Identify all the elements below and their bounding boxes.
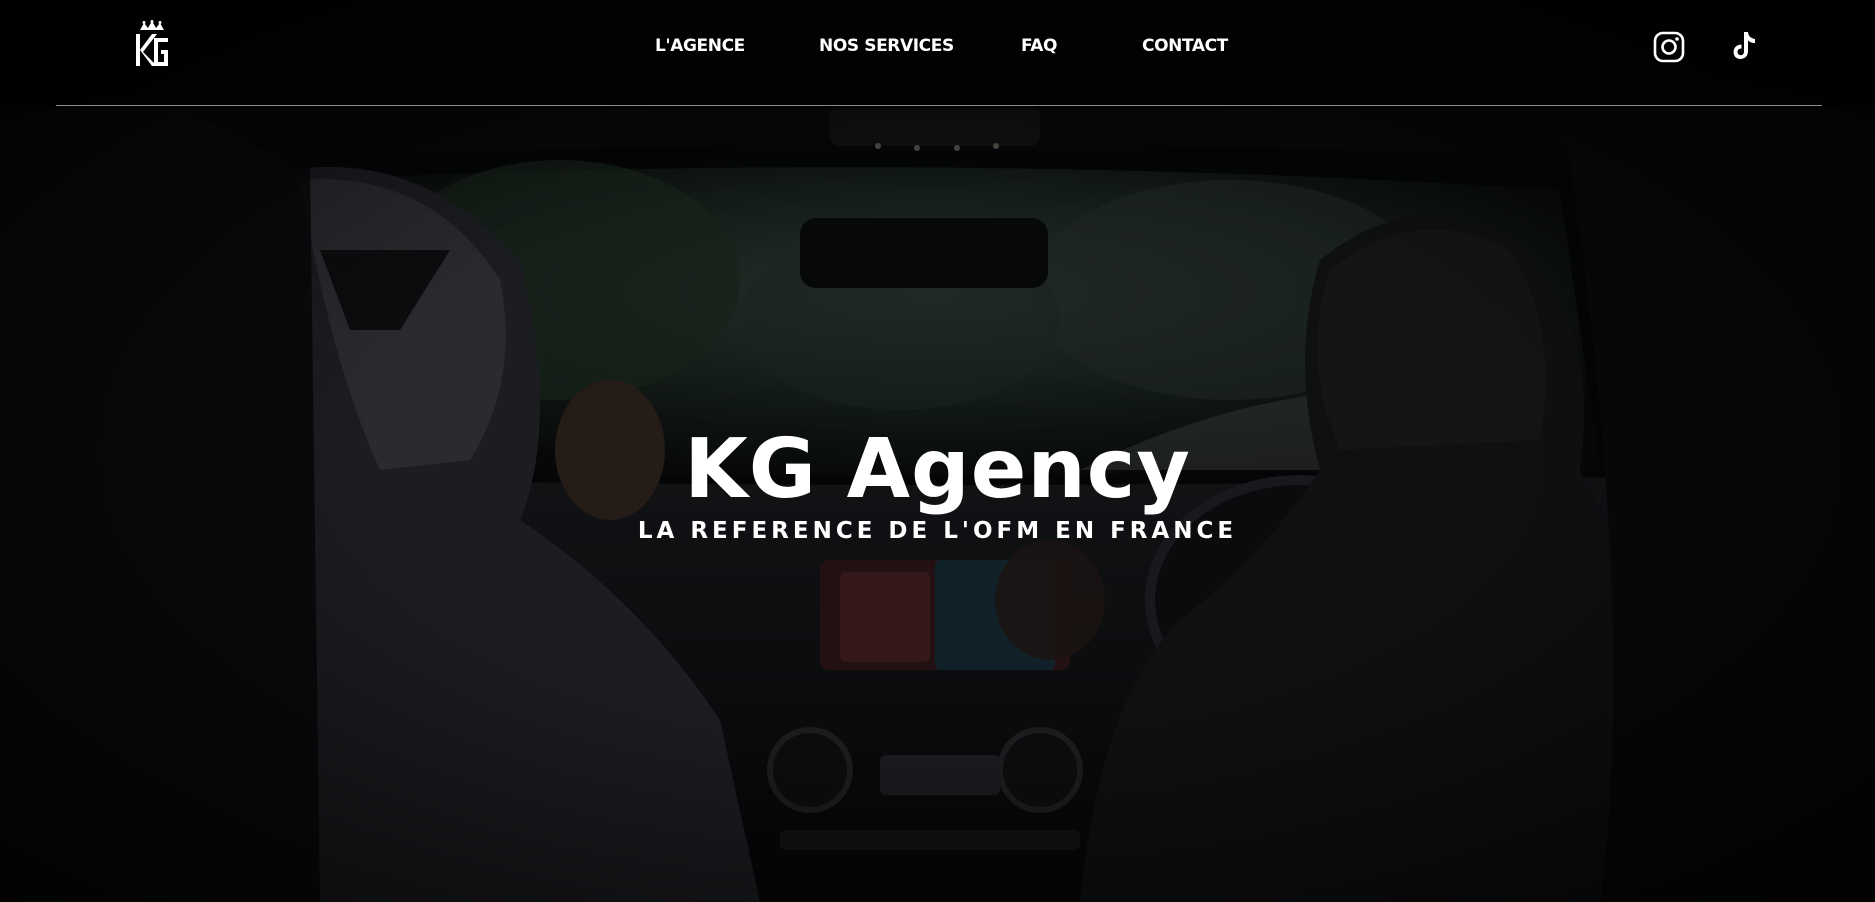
hero-subtitle: LA REFERENCE DE L'OFM EN FRANCE (637, 518, 1238, 544)
nav-link-services[interactable]: NOS SERVICES (819, 36, 954, 56)
instagram-icon[interactable] (1652, 30, 1686, 64)
nav-link-agence[interactable]: L'AGENCE (655, 36, 745, 56)
site-header: L'AGENCE NOS SERVICES FAQ CONTACT (0, 0, 1875, 106)
nav-link-contact[interactable]: CONTACT (1142, 36, 1228, 56)
tiktok-icon[interactable] (1726, 29, 1760, 63)
nav-link-faq[interactable]: FAQ (1021, 36, 1057, 56)
main-navigation: L'AGENCE NOS SERVICES FAQ CONTACT (0, 36, 1875, 62)
header-divider (56, 105, 1822, 106)
hero-title: KG Agency (684, 422, 1191, 517)
